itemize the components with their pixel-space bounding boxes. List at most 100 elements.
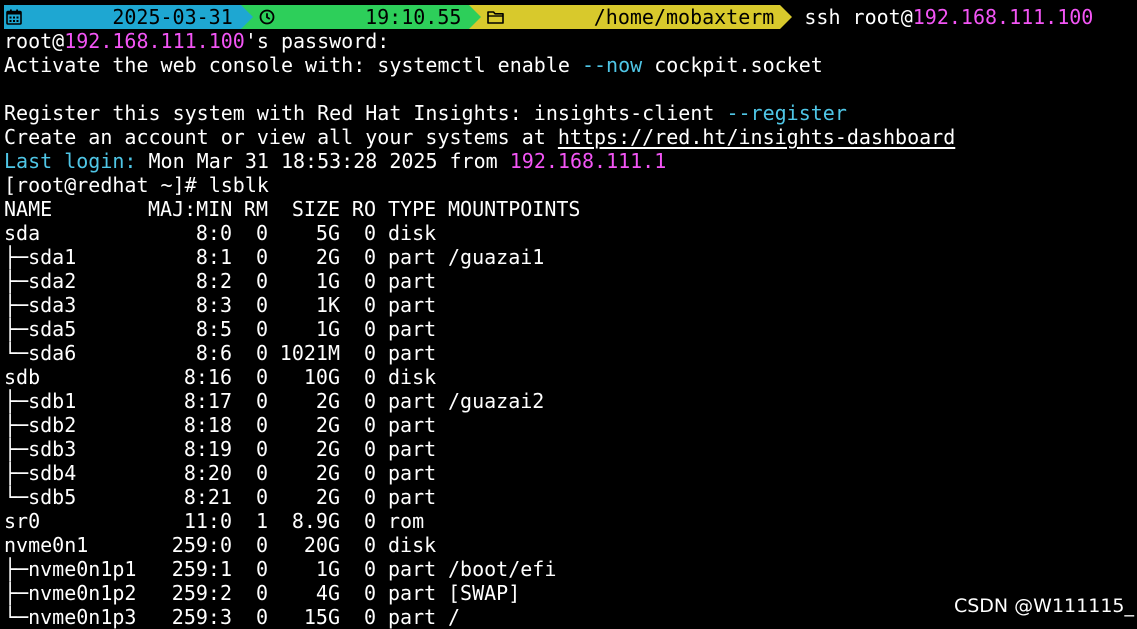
removable: 0: [255, 341, 268, 365]
device-name: ├─sdb3: [4, 437, 148, 461]
type: part: [388, 461, 437, 485]
type: part: [388, 389, 437, 413]
header-rm: RM: [243, 197, 268, 221]
tree-branch: ├─: [4, 437, 29, 461]
lsblk-row: sdb 8:16 0 10G 0 disk: [4, 365, 1137, 389]
header-type: TYPE: [388, 197, 437, 221]
read-only: 0: [363, 461, 376, 485]
read-only: 0: [363, 245, 376, 269]
insights-dashboard-link[interactable]: https://red.ht/insights-dashboard: [558, 125, 955, 149]
lsblk-row: nvme0n1 259:0 0 20G 0 disk: [4, 533, 1137, 557]
size: 1021M: [279, 341, 340, 365]
lsblk-row: ├─sdb2 8:18 0 2G 0 part: [4, 413, 1137, 437]
device-name: ├─sda2: [4, 269, 148, 293]
maj-min: 8:18: [183, 413, 232, 437]
mountpoint: /guazai2: [448, 389, 545, 413]
read-only: 0: [363, 221, 376, 245]
size: 1K: [315, 293, 340, 317]
tree-branch: ├─: [4, 581, 29, 605]
size: 2G: [315, 389, 340, 413]
type: disk: [388, 533, 437, 557]
size: 10G: [303, 365, 340, 389]
removable: 0: [255, 365, 268, 389]
type: part: [388, 317, 437, 341]
header-mountpoints: MOUNTPOINTS: [448, 197, 581, 221]
segment-separator: [469, 5, 482, 29]
type: part: [388, 293, 437, 317]
read-only: 0: [363, 341, 376, 365]
tree-branch: ├─: [4, 413, 29, 437]
size: 1G: [315, 557, 340, 581]
lsblk-row: ├─sdb4 8:20 0 2G 0 part: [4, 461, 1137, 485]
size: 2G: [315, 461, 340, 485]
lsblk-row: ├─sdb1 8:17 0 2G 0 part/guazai2: [4, 389, 1137, 413]
removable: 0: [255, 317, 268, 341]
last-login-label: Last login:: [4, 149, 137, 173]
account-text: Create an account or view all your syste…: [4, 125, 558, 149]
device-name: └─nvme0n1p3: [4, 605, 148, 629]
removable: 1: [255, 509, 268, 533]
device-name: sdb: [4, 365, 148, 389]
header-ro: RO: [351, 197, 376, 221]
shell-prompt-line: [root@redhat ~]# lsblk: [4, 173, 269, 197]
account-line: Create an account or view all your syste…: [4, 125, 1137, 149]
read-only: 0: [363, 437, 376, 461]
path-segment: /home/mobaxterm: [481, 5, 781, 29]
removable: 0: [255, 245, 268, 269]
header-maj: MAJ:MIN: [148, 197, 233, 221]
maj-min: 11:0: [183, 509, 232, 533]
lsblk-row: └─sda6 8:6 0 1021M 0 part: [4, 341, 1137, 365]
tree-branch: ├─: [4, 389, 29, 413]
tree-branch: └─: [4, 341, 29, 365]
segment-separator: [780, 5, 793, 29]
type: part: [388, 605, 437, 629]
size: 2G: [315, 485, 340, 509]
password-prefix: root@: [4, 29, 65, 53]
maj-min: 259:0: [171, 533, 232, 557]
device-name-text: sdb4: [28, 461, 77, 485]
size: 1G: [315, 317, 340, 341]
device-name-text: sr0: [4, 509, 41, 533]
maj-min: 8:5: [195, 317, 232, 341]
type: part: [388, 557, 437, 581]
device-name: ├─nvme0n1p1: [4, 557, 148, 581]
time-segment: 19:10.55: [252, 5, 470, 29]
removable: 0: [255, 221, 268, 245]
lsblk-row: sda 8:0 0 5G 0 disk: [4, 221, 1137, 245]
device-name-text: sdb3: [28, 437, 77, 461]
tree-branch: ├─: [4, 269, 29, 293]
last-login-line: Last login: Mon Mar 31 18:53:28 2025 fro…: [4, 149, 1137, 173]
mountpoint: /guazai1: [448, 245, 545, 269]
last-login-text: Mon Mar 31 18:53:28 2025 from: [136, 149, 510, 173]
device-name-text: sda1: [28, 245, 77, 269]
read-only: 0: [363, 365, 376, 389]
console-line: Activate the web console with: systemctl…: [4, 53, 1137, 77]
type: part: [388, 485, 437, 509]
maj-min: 259:1: [171, 557, 232, 581]
type: part: [388, 413, 437, 437]
read-only: 0: [363, 605, 376, 629]
type: disk: [388, 365, 437, 389]
terminal[interactable]: 2025-03-31 19:10.55 /home/mobaxterm ssh …: [4, 5, 1137, 629]
device-name: sr0: [4, 509, 148, 533]
removable: 0: [255, 533, 268, 557]
tree-branch: ├─: [4, 557, 29, 581]
size: 2G: [315, 245, 340, 269]
maj-min: 8:6: [195, 341, 232, 365]
lsblk-row: ├─nvme0n1p1 259:1 0 1G 0 part/boot/efi: [4, 557, 1137, 581]
register-flag: --register: [726, 101, 847, 125]
removable: 0: [255, 413, 268, 437]
device-name-text: sdb1: [28, 389, 77, 413]
device-name-text: sdb2: [28, 413, 77, 437]
register-line: Register this system with Red Hat Insigh…: [4, 101, 1137, 125]
device-name: nvme0n1: [4, 533, 148, 557]
type: part: [388, 245, 437, 269]
device-name-text: sdb5: [28, 485, 77, 509]
register-text: Register this system with Red Hat Insigh…: [4, 101, 727, 125]
removable: 0: [255, 485, 268, 509]
removable: 0: [255, 389, 268, 413]
read-only: 0: [363, 533, 376, 557]
console-text-end: cockpit.socket: [642, 53, 823, 77]
maj-min: 8:17: [183, 389, 232, 413]
read-only: 0: [363, 413, 376, 437]
